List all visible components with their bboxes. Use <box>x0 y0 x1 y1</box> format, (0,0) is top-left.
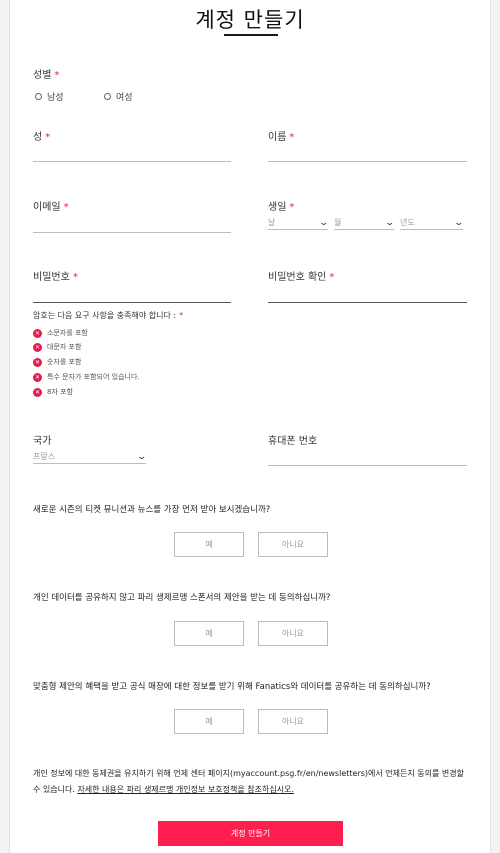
phone-label: 휴대폰 번호 <box>268 436 318 447</box>
password-requirement: ✕ 소문자를 포함 <box>33 328 88 338</box>
phone-input[interactable] <box>268 465 467 466</box>
first-name-label: 이름 * <box>268 128 294 143</box>
last-name-label-text: 성 <box>33 132 43 143</box>
consent-text: 개인 정보에 대한 동제권을 유지하기 위해 언제 센터 페이지(myaccou… <box>33 766 473 798</box>
password-label-text: 비밀번호 <box>33 272 70 283</box>
question-sponsor-offers: 개인 데이터를 공유하지 않고 파리 생제르맹 스폰서의 제안을 받는 데 동의… <box>33 593 331 603</box>
chevron-down-icon: ⌄ <box>136 451 148 462</box>
chevron-down-icon: ⌄ <box>384 217 396 228</box>
password-requirement-text: 소문자를 포함 <box>47 329 88 337</box>
password-requirement-text: 8자 포함 <box>47 388 73 396</box>
password-requirement-text: 숫자를 포함 <box>47 358 82 366</box>
password-requirement: ✕ 8자 포함 <box>33 387 73 397</box>
password-requirement: ✕ 특수 문자가 포함되어 있습니다. <box>33 372 140 382</box>
no-button[interactable]: 아니요 <box>258 532 328 557</box>
question-fanatics-data: 맞춤형 제안의 혜택을 받고 공식 매장에 대한 정보를 받기 위해 Fanat… <box>33 682 431 692</box>
x-circle-icon: ✕ <box>33 372 42 382</box>
birthday-label: 생일 * <box>268 198 294 213</box>
country-select[interactable]: 프랑스 ⌄ <box>33 450 148 464</box>
birth-month-select[interactable]: 월 ⌄ <box>334 216 396 230</box>
yes-button[interactable]: 예 <box>174 709 244 734</box>
last-name-input[interactable] <box>33 161 231 162</box>
no-button[interactable]: 아니요 <box>258 709 328 734</box>
required-mark: * <box>72 272 78 283</box>
last-name-label: 성 * <box>33 128 50 143</box>
no-button[interactable]: 아니요 <box>258 621 328 646</box>
gender-option-female: 여성 <box>116 93 133 103</box>
gender-label: 성별 * <box>33 66 59 81</box>
email-label: 이메일 * <box>33 198 69 213</box>
password-requirement: ✕ 대문자 포함 <box>33 342 81 352</box>
required-mark: * <box>63 202 69 213</box>
required-mark: * <box>54 70 60 81</box>
gender-option-male: 남성 <box>47 93 64 103</box>
password-requirement-text: 대문자 포함 <box>47 343 82 351</box>
password-label: 비밀번호 * <box>33 268 78 283</box>
password-input[interactable] <box>33 302 231 303</box>
required-mark: * <box>329 272 335 283</box>
gender-label-text: 성별 <box>33 70 52 81</box>
x-circle-icon: ✕ <box>33 342 42 352</box>
password-hint-text: 암호는 다음 요구 사항을 충족해야 합니다 : <box>33 311 177 320</box>
first-name-input[interactable] <box>268 161 467 162</box>
birth-year-value: 년도 <box>400 218 415 227</box>
birth-year-select[interactable]: 년도 ⌄ <box>400 216 465 230</box>
gender-radio-male[interactable]: 남성 <box>35 90 64 103</box>
x-circle-icon: ✕ <box>33 357 42 367</box>
required-mark: * <box>179 311 184 320</box>
country-value: 프랑스 <box>33 452 56 461</box>
gender-radio-female[interactable]: 여성 <box>104 90 133 103</box>
required-mark: * <box>45 132 51 143</box>
required-mark: * <box>289 132 295 143</box>
birth-day-value: 날 <box>268 218 276 227</box>
country-label: 국가 <box>33 436 52 447</box>
required-mark: * <box>289 202 295 213</box>
password-hint: 암호는 다음 요구 사항을 충족해야 합니다 : * <box>33 310 183 321</box>
birthday-label-text: 생일 <box>268 202 287 213</box>
yes-button[interactable]: 예 <box>174 532 244 557</box>
password-requirement: ✕ 숫자를 포함 <box>33 357 81 367</box>
title-underline <box>224 34 278 36</box>
radio-circle-icon <box>104 93 111 100</box>
chevron-down-icon: ⌄ <box>318 217 330 228</box>
email-input[interactable] <box>33 232 231 233</box>
form-card <box>9 0 491 853</box>
x-circle-icon: ✕ <box>33 328 42 338</box>
password-confirm-label-text: 비밀번호 확인 <box>268 272 327 283</box>
create-account-button[interactable]: 계정 만들기 <box>158 821 343 846</box>
birth-month-value: 월 <box>334 218 342 227</box>
first-name-label-text: 이름 <box>268 132 287 143</box>
privacy-policy-link[interactable]: 자세한 내용은 파리 생제르맹 개인정보 보호정책을 참조하십시오. <box>77 785 294 794</box>
page-title: 계정 만들기 <box>195 8 305 32</box>
password-requirement-text: 특수 문자가 포함되어 있습니다. <box>47 373 140 381</box>
email-label-text: 이메일 <box>33 202 61 213</box>
password-confirm-label: 비밀번호 확인 * <box>268 268 334 283</box>
question-ticket-news: 새로운 시즌의 티켓 뮤니션과 뉴스를 가장 먼저 받아 보시겠습니까? <box>33 505 271 515</box>
yes-button[interactable]: 예 <box>174 621 244 646</box>
password-confirm-input[interactable] <box>268 302 467 303</box>
x-circle-icon: ✕ <box>33 387 42 397</box>
radio-circle-icon <box>35 93 42 100</box>
chevron-down-icon: ⌄ <box>453 217 465 228</box>
birth-day-select[interactable]: 날 ⌄ <box>268 216 330 230</box>
